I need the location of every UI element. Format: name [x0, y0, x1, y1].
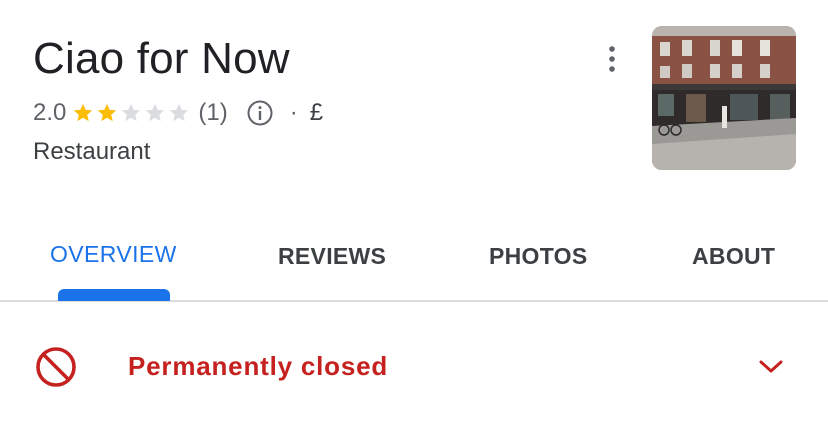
place-photo[interactable]	[652, 26, 796, 170]
info-icon[interactable]	[246, 99, 274, 127]
price-level: £	[309, 99, 324, 126]
separator: ·	[289, 99, 298, 126]
tab-reviews[interactable]: REVIEWS	[278, 243, 386, 270]
star-icon	[170, 103, 189, 122]
place-title: Ciao for Now	[33, 34, 290, 83]
active-tab-indicator	[58, 289, 170, 301]
rating-value: 2.0	[33, 99, 67, 126]
tab-overview[interactable]: OVERVIEW	[50, 241, 177, 268]
place-category: Restaurant	[33, 138, 151, 165]
closed-status-label: Permanently closed	[128, 351, 389, 381]
star-icon	[98, 103, 117, 122]
block-icon	[36, 347, 76, 387]
star-icon	[122, 103, 141, 122]
star-icon	[74, 103, 93, 122]
tab-about[interactable]: ABOUT	[692, 243, 775, 270]
closed-status-row[interactable]: Permanently closed	[0, 330, 828, 402]
tab-photos[interactable]: PHOTOS	[489, 243, 588, 270]
rating-row: 2.0 (1) · £	[33, 96, 323, 130]
star-icon	[146, 103, 165, 122]
review-count[interactable]: (1)	[198, 99, 227, 127]
star-rating	[72, 102, 192, 124]
place-tabs: OVERVIEW REVIEWS PHOTOS ABOUT	[0, 225, 828, 302]
more-vert-icon[interactable]	[602, 44, 622, 74]
chevron-down-icon[interactable]	[756, 356, 786, 376]
